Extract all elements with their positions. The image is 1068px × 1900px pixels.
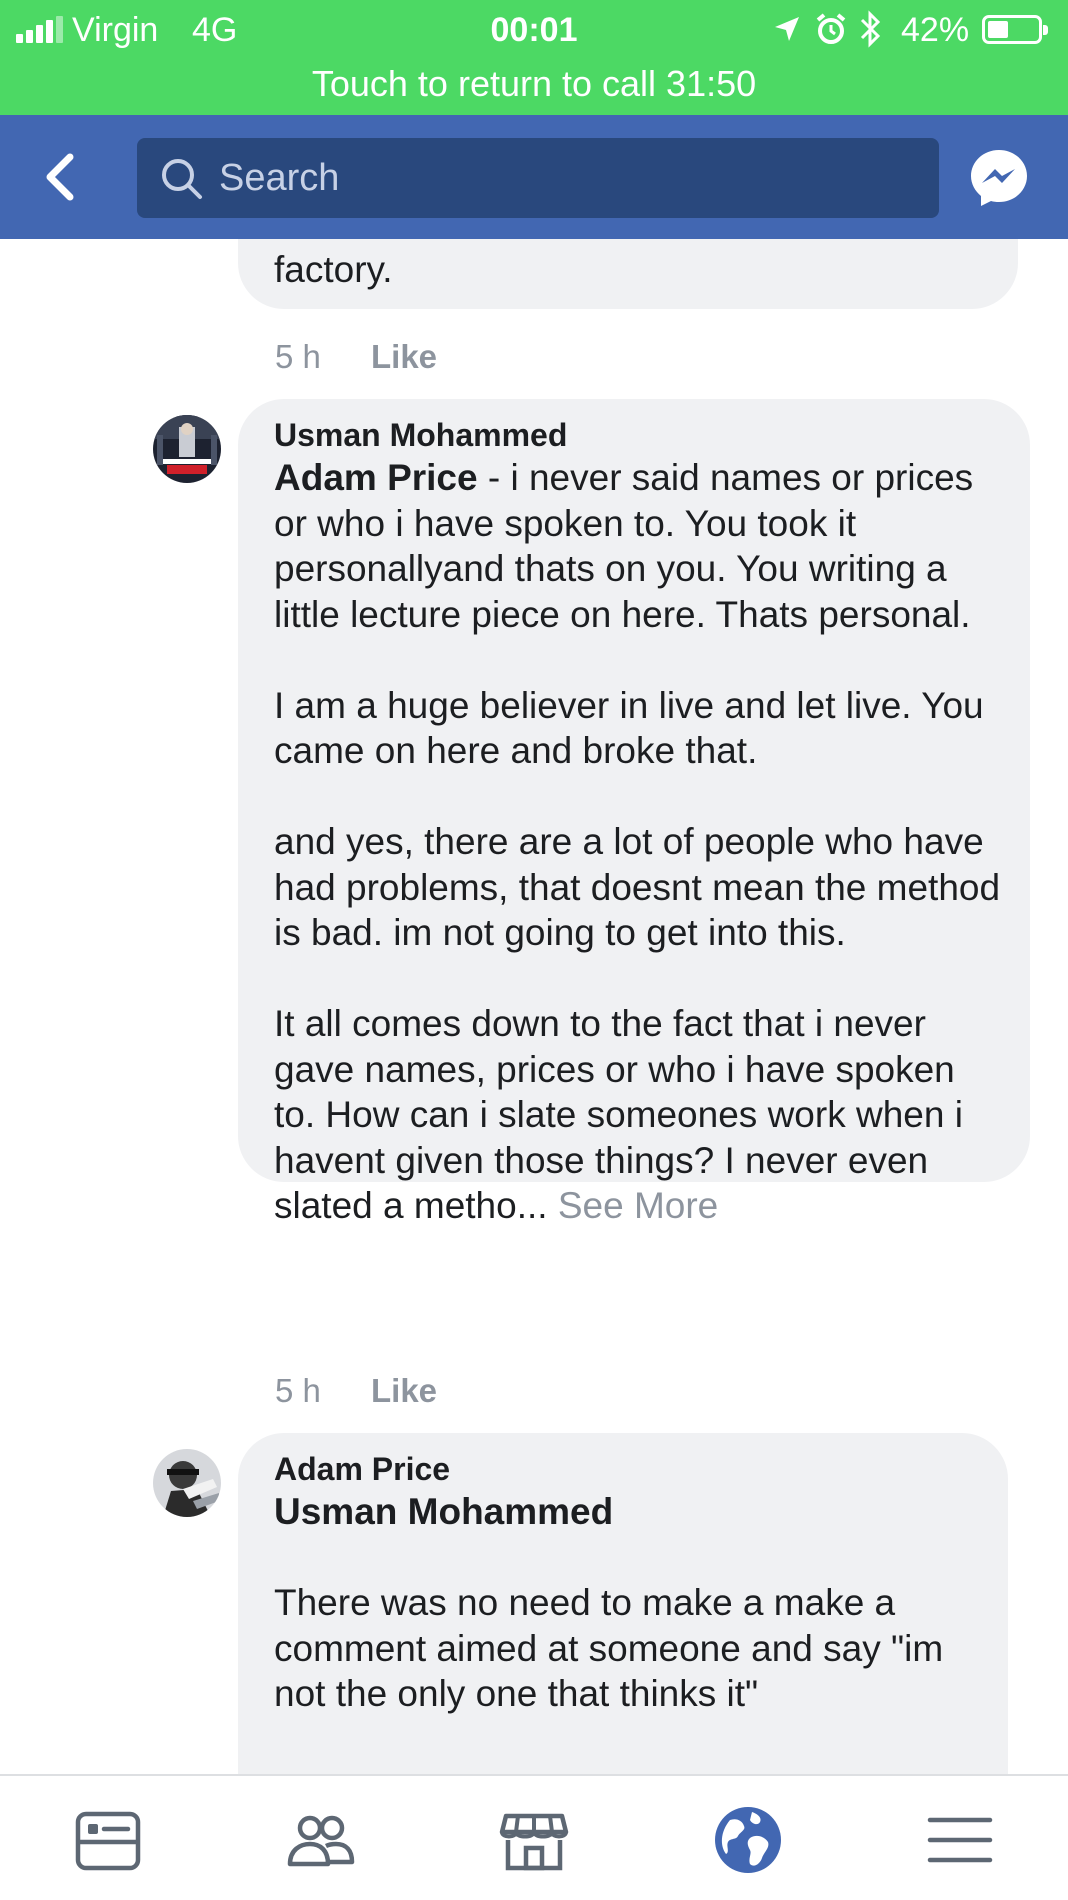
news-feed-icon[interactable] (68, 1800, 148, 1880)
see-more-link[interactable]: See More (558, 1185, 718, 1226)
comment-paragraph: There was no need to make a make a comme… (274, 1582, 944, 1714)
avatar[interactable] (153, 415, 221, 483)
comment-timestamp[interactable]: 5 h (275, 335, 321, 379)
mention-tag[interactable]: Adam Price (274, 457, 478, 498)
comment-bubble[interactable]: Usman Mohammed Adam Price - i never said… (238, 399, 1030, 1226)
battery-percent: 42% (901, 11, 970, 49)
usman-avatar-image (153, 415, 221, 483)
top-navigation-bar (0, 115, 1068, 239)
comment-intro-paragraph: Adam Price - i never said names or price… (274, 455, 1004, 637)
comment-bubble[interactable]: Adam Price Usman Mohammed There was no n… (238, 1433, 1008, 1774)
battery-icon (982, 15, 1048, 44)
comment-paragraph: I am a huge believer in live and let liv… (274, 684, 984, 772)
friends-icon[interactable] (280, 1800, 360, 1880)
return-to-call-banner[interactable]: Touch to return to call 31:50 (0, 62, 1068, 106)
comment-timestamp[interactable]: 5 h (275, 1369, 321, 1413)
location-arrow-icon (775, 17, 799, 41)
comment-body: Adam Price - i never said names or price… (274, 455, 1004, 1229)
comment-author[interactable]: Usman Mohammed (274, 415, 1004, 455)
comment-body: Usman Mohammed There was no need to make… (274, 1489, 982, 1717)
adam-avatar-image (153, 1449, 221, 1517)
comment-author[interactable]: Adam Price (274, 1449, 982, 1489)
notifications-globe-icon[interactable] (708, 1800, 788, 1880)
comment-thread: factory. 5 h Like Usman Mohammed Adam Pr… (0, 239, 1068, 1774)
comment-content: Usman Mohammed Adam Price - i never said… (274, 415, 1004, 1229)
search-icon (162, 159, 202, 199)
facebook-comments-screen: Virgin 4G 00:01 42% Touch to return to c… (0, 0, 1068, 1900)
menu-icon[interactable] (920, 1800, 1000, 1880)
comment-bubble[interactable]: factory. (238, 239, 1018, 309)
mention-tag[interactable]: Usman Mohammed (274, 1489, 982, 1535)
avatar[interactable] (153, 1449, 221, 1517)
like-button[interactable]: Like (371, 335, 437, 379)
chevron-left-icon[interactable] (30, 145, 94, 209)
comment-meta: 5 h Like (275, 1369, 675, 1413)
bluetooth-icon (860, 10, 881, 48)
comment-text: factory. (274, 249, 393, 290)
messenger-icon[interactable] (968, 147, 1030, 209)
alarm-icon (816, 13, 846, 44)
ios-status-bar[interactable]: Virgin 4G 00:01 42% Touch to return to c… (0, 0, 1068, 115)
comment-last-paragraph: It all comes down to the fact that i nev… (274, 1001, 1004, 1229)
like-button[interactable]: Like (371, 1369, 437, 1413)
marketplace-icon[interactable] (494, 1800, 574, 1880)
status-row: Virgin 4G 00:01 42% (0, 0, 1068, 60)
bottom-tab-bar (0, 1774, 1068, 1900)
comment-content: Adam Price Usman Mohammed There was no n… (274, 1449, 982, 1717)
comment-meta: 5 h Like (275, 335, 675, 379)
search-bar[interactable] (137, 138, 939, 218)
comment-paragraph: and yes, there are a lot of people who h… (274, 821, 1001, 953)
search-input[interactable] (219, 138, 909, 218)
